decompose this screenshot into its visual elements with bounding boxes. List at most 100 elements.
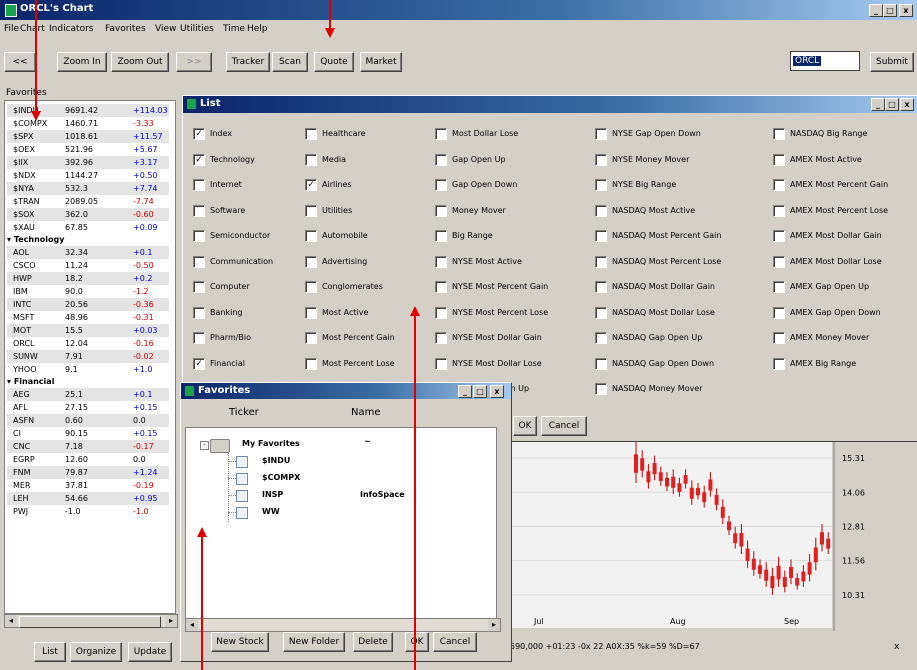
checkbox-icon[interactable] <box>773 358 785 370</box>
list-cancel-button[interactable]: Cancel <box>541 416 587 436</box>
checkbox-icon[interactable] <box>193 256 205 268</box>
scroll-left-icon[interactable]: ◂ <box>5 615 17 627</box>
update-button[interactable]: Update <box>128 642 172 662</box>
favorites-row[interactable]: AOL 32.34 +0.1 <box>7 246 169 259</box>
list-button[interactable]: List <box>34 642 66 662</box>
checkbox-icon[interactable] <box>773 256 785 268</box>
favorites-row[interactable]: $SOX 362.0 -0.60 <box>7 208 169 221</box>
checkbox-icon[interactable] <box>305 281 317 293</box>
menu-help[interactable]: Help <box>247 20 268 38</box>
menu-view[interactable]: View <box>155 20 176 38</box>
checkbox-icon[interactable] <box>305 332 317 344</box>
forward-button[interactable]: >> <box>176 52 212 72</box>
checkbox-icon[interactable] <box>305 230 317 242</box>
favorites-row[interactable]: $OEX 521.96 +5.67 <box>7 143 169 156</box>
quote-button[interactable]: Quote <box>314 52 354 72</box>
checkbox-icon[interactable] <box>595 307 607 319</box>
favorites-row[interactable]: $NDX 1144.27 +0.50 <box>7 169 169 182</box>
back-button[interactable]: << <box>4 52 36 72</box>
tree-scroll-right-icon[interactable]: ▸ <box>488 619 500 631</box>
checkbox-icon[interactable] <box>595 256 607 268</box>
tree-scroll-left-icon[interactable]: ◂ <box>186 619 198 631</box>
scroll-right-icon[interactable]: ▸ <box>165 615 177 627</box>
favorites-row[interactable]: CI 90.15 +0.15 <box>7 427 169 440</box>
checkbox-icon[interactable] <box>435 307 447 319</box>
checkbox-icon[interactable] <box>435 230 447 242</box>
checkbox-icon[interactable] <box>435 205 447 217</box>
fav-cancel-button[interactable]: Cancel <box>433 632 477 652</box>
favorites-row[interactable]: SUNW 7.91 -0.02 <box>7 350 169 363</box>
favorites-row[interactable]: INTC 20.56 -0.36 <box>7 298 169 311</box>
menu-utilities[interactable]: Utilities <box>180 20 214 38</box>
submit-button[interactable]: Submit <box>870 52 914 72</box>
checkbox-icon[interactable] <box>193 230 205 242</box>
fav-close-icon[interactable]: x <box>490 385 504 398</box>
favorites-row[interactable]: $XAU 67.85 +0.09 <box>7 221 169 234</box>
maximize-icon[interactable]: □ <box>883 4 897 17</box>
checkbox-icon[interactable] <box>305 358 317 370</box>
scan-button[interactable]: Scan <box>272 52 308 72</box>
close-icon[interactable]: x <box>899 4 913 17</box>
zoom-out-button[interactable]: Zoom Out <box>111 52 169 72</box>
checkbox-icon[interactable] <box>595 230 607 242</box>
favorites-row[interactable]: YHOO 9.1 +1.0 <box>7 363 169 376</box>
favorites-row[interactable]: EGRP 12.60 0.0 <box>7 453 169 466</box>
checkbox-icon[interactable] <box>193 307 205 319</box>
favorites-row[interactable]: FNM 79.87 +1.24 <box>7 466 169 479</box>
checkbox-icon[interactable] <box>595 154 607 166</box>
minimize-icon[interactable]: _ <box>869 4 883 17</box>
favorites-row[interactable]: $TRAN 2089.05 -7.74 <box>7 195 169 208</box>
favorites-row[interactable]: LEH 54.66 +0.95 <box>7 492 169 505</box>
checkbox-icon[interactable] <box>773 154 785 166</box>
checkbox-icon[interactable] <box>193 179 205 191</box>
favorites-row[interactable]: $IIX 392.96 +3.17 <box>7 156 169 169</box>
symbol-input[interactable]: ORCL <box>790 51 860 71</box>
checkbox-icon[interactable] <box>305 205 317 217</box>
organize-button[interactable]: Organize <box>70 642 122 662</box>
collapse-icon[interactable]: ▾ <box>7 235 14 244</box>
checkbox-icon[interactable] <box>305 128 317 140</box>
checkbox-icon[interactable] <box>193 205 205 217</box>
checkbox-icon[interactable] <box>773 281 785 293</box>
tree-ticker[interactable]: INSP <box>262 489 283 501</box>
checkbox-icon[interactable] <box>595 358 607 370</box>
market-button[interactable]: Market <box>360 52 402 72</box>
checkbox-icon[interactable] <box>435 281 447 293</box>
checkbox-icon[interactable] <box>435 128 447 140</box>
favorites-row[interactable]: IBM 90.0 -1.2 <box>7 285 169 298</box>
checkbox-checked-icon[interactable]: ✓ <box>193 358 205 370</box>
checkbox-icon[interactable] <box>305 307 317 319</box>
list-ok-button[interactable]: OK <box>513 416 537 436</box>
favorites-row[interactable]: MSFT 48.96 -0.31 <box>7 311 169 324</box>
favorites-row[interactable]: CSCO 11.24 -0.50 <box>7 259 169 272</box>
checkbox-icon[interactable] <box>193 332 205 344</box>
checkbox-icon[interactable] <box>773 307 785 319</box>
zoom-in-button[interactable]: Zoom In <box>57 52 107 72</box>
favorites-row[interactable]: PWJ -1.0 -1.0 <box>7 505 169 518</box>
checkbox-icon[interactable] <box>773 230 785 242</box>
tracker-button[interactable]: Tracker <box>226 52 270 72</box>
hscrollbar[interactable]: ◂ ▸ <box>4 614 178 628</box>
checkbox-icon[interactable] <box>595 179 607 191</box>
checkbox-icon[interactable] <box>435 154 447 166</box>
checkbox-icon[interactable] <box>773 332 785 344</box>
checkbox-icon[interactable] <box>193 281 205 293</box>
checkbox-icon[interactable] <box>435 179 447 191</box>
menu-indicators[interactable]: Indicators <box>49 20 93 38</box>
menu-time[interactable]: Time <box>223 20 245 38</box>
delete-button[interactable]: Delete <box>353 632 393 652</box>
favorites-row[interactable]: $NYA 532.3 +7.74 <box>7 182 169 195</box>
checkbox-icon[interactable] <box>435 256 447 268</box>
checkbox-checked-icon[interactable]: ✓ <box>193 154 205 166</box>
checkbox-icon[interactable] <box>595 332 607 344</box>
favorites-row[interactable]: AEG 25.1 +0.1 <box>7 388 169 401</box>
favorites-row[interactable]: $SPX 1018.61 +11.57 <box>7 130 169 143</box>
checkbox-icon[interactable] <box>773 179 785 191</box>
checkbox-icon[interactable] <box>435 332 447 344</box>
favorites-row[interactable]: ORCL 12.04 -0.16 <box>7 337 169 350</box>
tree-ticker[interactable]: WW <box>262 506 280 518</box>
checkbox-icon[interactable] <box>305 256 317 268</box>
checkbox-icon[interactable] <box>595 128 607 140</box>
menu-file[interactable]: File <box>4 20 19 38</box>
favorites-row[interactable]: MOT 15.5 +0.03 <box>7 324 169 337</box>
